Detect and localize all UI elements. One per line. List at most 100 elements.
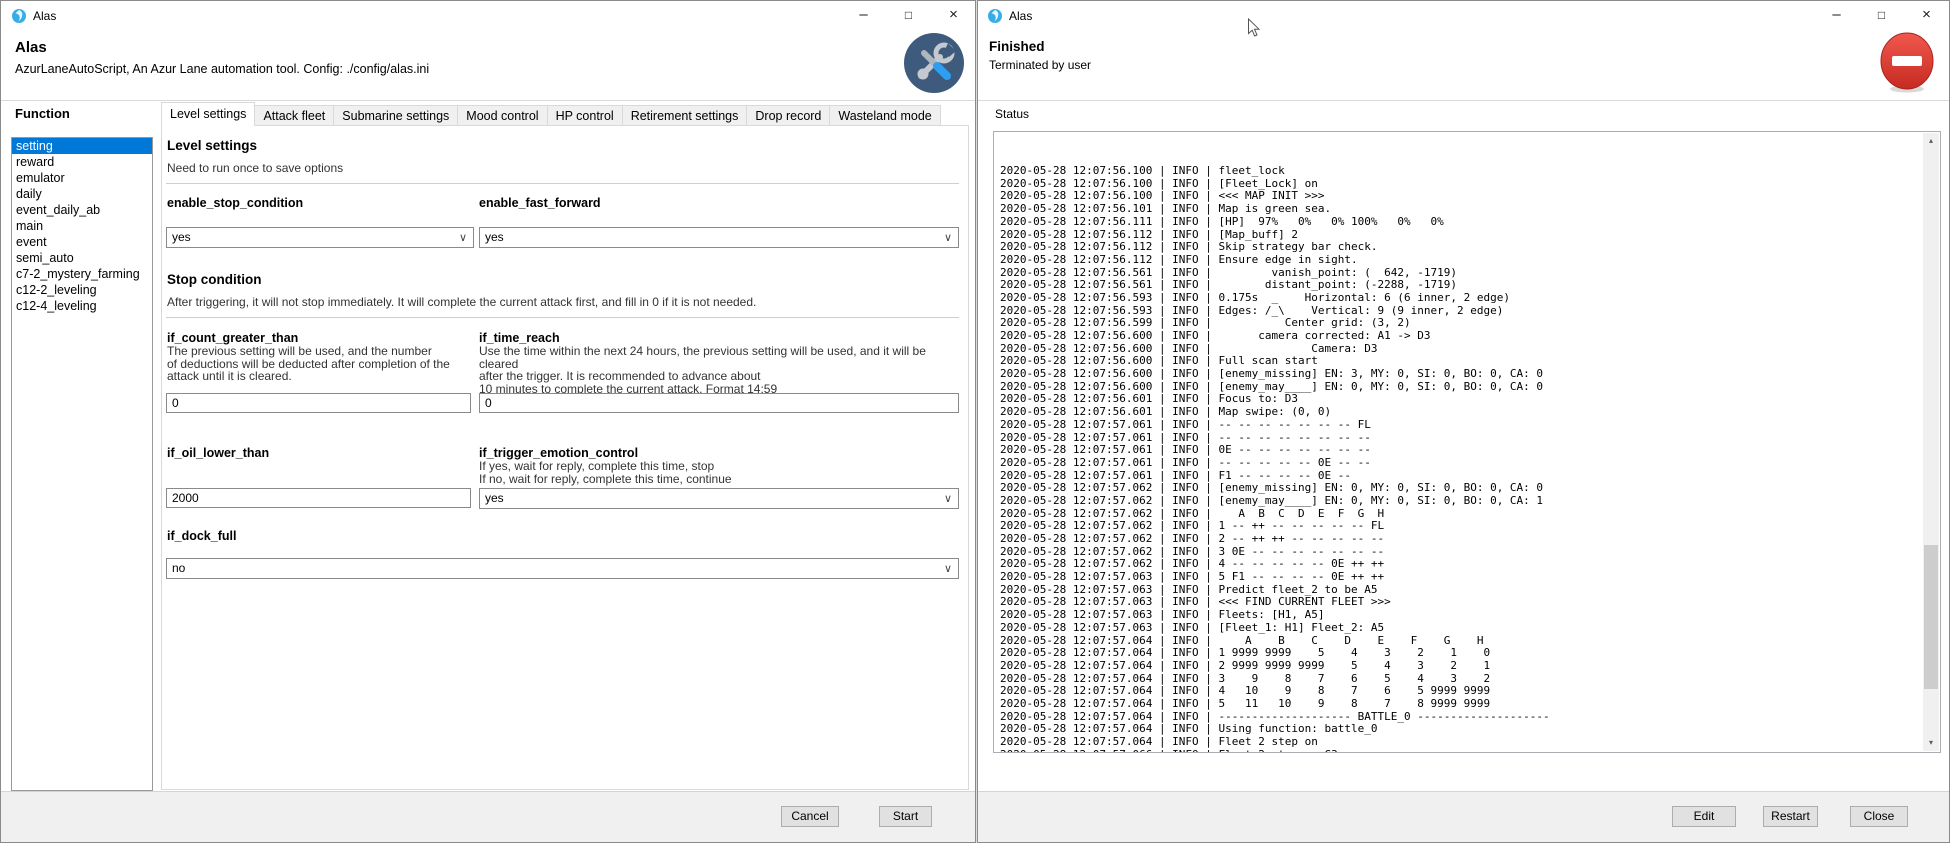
- function-panel-label: Function: [15, 106, 70, 121]
- log-line: 2020-05-28 12:07:57.062 | INFO | [enemy_…: [1000, 495, 1550, 508]
- settings-tabbar: Level settingsAttack fleetSubmarine sett…: [161, 102, 940, 126]
- log-line: 2020-05-28 12:07:57.061 | INFO | -- -- -…: [1000, 419, 1550, 432]
- log-line: 2020-05-28 12:07:57.064 | INFO | 5 11 10…: [1000, 698, 1550, 711]
- settings-tab[interactable]: Level settings: [161, 102, 255, 126]
- select-value: yes: [485, 230, 504, 244]
- separator: [166, 183, 959, 184]
- select-enable-stop-condition[interactable]: yes ∨: [166, 227, 474, 248]
- chevron-down-icon: ∨: [944, 490, 952, 509]
- cancel-button[interactable]: Cancel: [781, 806, 839, 827]
- separator: [166, 317, 959, 318]
- window-title: Alas: [33, 9, 56, 23]
- function-list: settingrewardemulatordailyevent_daily_ab…: [11, 137, 153, 791]
- function-list-item[interactable]: emulator: [12, 170, 152, 186]
- label-if-time-reach: if_time_reach: [479, 331, 560, 345]
- restart-button[interactable]: Restart: [1763, 806, 1818, 827]
- maximize-button[interactable]: □: [1859, 1, 1904, 31]
- log-line: 2020-05-28 12:07:57.066 | INFO | Fleet_2…: [1000, 749, 1550, 753]
- mouse-cursor-icon: [1247, 18, 1261, 43]
- window-status: Alas – □ × Finished Terminated by user S…: [977, 0, 1950, 843]
- function-list-item[interactable]: c12-2_leveling: [12, 282, 152, 298]
- header-divider: [978, 100, 1949, 101]
- select-if-trigger-emotion-control[interactable]: yes ∨: [479, 488, 959, 509]
- log-line: 2020-05-28 12:07:56.100 | INFO | fleet_l…: [1000, 165, 1550, 178]
- scrollbar-down-icon[interactable]: ▾: [1923, 735, 1939, 751]
- log-lines: 2020-05-28 12:07:56.100 | INFO | fleet_l…: [1000, 131, 1550, 753]
- function-list-item[interactable]: event: [12, 234, 152, 250]
- start-button[interactable]: Start: [879, 806, 932, 827]
- log-line: 2020-05-28 12:07:56.593 | INFO | 0.175s …: [1000, 292, 1550, 305]
- window-config: Alas – □ × Alas AzurLaneAutoScript, An A…: [0, 0, 976, 843]
- label-if-dock-full: if_dock_full: [167, 529, 236, 543]
- status-subtitle: Terminated by user: [989, 58, 1091, 72]
- tools-badge-icon: [904, 33, 964, 93]
- function-list-item[interactable]: semi_auto: [12, 250, 152, 266]
- label-if-trigger-emotion-control: if_trigger_emotion_control: [479, 446, 638, 460]
- footer-bar: Edit Restart Close: [978, 791, 1949, 842]
- function-list-item[interactable]: daily: [12, 186, 152, 202]
- status-group-label: Status: [995, 107, 1029, 121]
- log-line: 2020-05-28 12:07:56.111 | INFO | [HP] 97…: [1000, 216, 1550, 229]
- settings-tab[interactable]: Drop record: [746, 105, 830, 126]
- settings-tab[interactable]: Attack fleet: [254, 105, 334, 126]
- log-output[interactable]: 2020-05-28 12:07:56.100 | INFO | fleet_l…: [993, 131, 1941, 753]
- minimize-button[interactable]: –: [1814, 1, 1859, 31]
- function-list-item[interactable]: setting: [12, 138, 152, 154]
- log-line: 2020-05-28 12:07:57.063 | INFO | [Fleet_…: [1000, 622, 1550, 635]
- function-list-item[interactable]: c12-4_leveling: [12, 298, 152, 314]
- log-line: 2020-05-28 12:07:57.061 | INFO | -- -- -…: [1000, 457, 1550, 470]
- settings-tab[interactable]: Wasteland mode: [829, 105, 940, 126]
- edit-button[interactable]: Edit: [1672, 806, 1736, 827]
- window-title: Alas: [1009, 9, 1032, 23]
- close-button[interactable]: ×: [1904, 1, 1949, 31]
- input-if-count-greater-than[interactable]: [166, 393, 471, 413]
- log-line: 2020-05-28 12:07:56.101 | INFO | Map is …: [1000, 203, 1550, 216]
- section-desc-level-settings: Need to run once to save options: [167, 161, 343, 175]
- function-list-item[interactable]: reward: [12, 154, 152, 170]
- log-line: 2020-05-28 12:07:57.062 | INFO | 2 -- ++…: [1000, 533, 1550, 546]
- settings-tab[interactable]: Retirement settings: [622, 105, 748, 126]
- alas-logo-icon: [11, 8, 27, 24]
- alas-logo-icon: [987, 8, 1003, 24]
- label-enable-stop-condition: enable_stop_condition: [167, 196, 303, 210]
- scrollbar-up-icon[interactable]: ▴: [1923, 133, 1939, 149]
- header-divider: [1, 100, 975, 101]
- function-list-items: settingrewardemulatordailyevent_daily_ab…: [12, 138, 152, 314]
- scrollbar-thumb[interactable]: [1924, 545, 1938, 689]
- log-line: 2020-05-28 12:07:57.063 | INFO | 5 F1 --…: [1000, 571, 1550, 584]
- log-line: 2020-05-28 12:07:56.600 | INFO | [enemy_…: [1000, 368, 1550, 381]
- select-value: no: [172, 561, 185, 575]
- function-list-item[interactable]: event_daily_ab: [12, 202, 152, 218]
- section-title-stop-condition: Stop condition: [167, 272, 261, 287]
- settings-tab[interactable]: HP control: [547, 105, 623, 126]
- log-line: 2020-05-28 12:07:56.601 | INFO | Map swi…: [1000, 406, 1550, 419]
- settings-tab[interactable]: Submarine settings: [333, 105, 458, 126]
- chevron-down-icon: ∨: [944, 560, 952, 579]
- label-if-count-greater-than: if_count_greater_than: [167, 331, 298, 345]
- function-list-item[interactable]: c7-2_mystery_farming: [12, 266, 152, 282]
- titlebar: Alas – □ ×: [1, 1, 975, 31]
- select-value: yes: [172, 230, 191, 244]
- input-if-time-reach[interactable]: [479, 393, 959, 413]
- log-line: 2020-05-28 12:07:57.064 | INFO | 2 9999 …: [1000, 660, 1550, 673]
- input-if-oil-lower-than[interactable]: [166, 488, 471, 508]
- close-button[interactable]: ×: [931, 1, 976, 31]
- select-if-dock-full[interactable]: no ∨: [166, 558, 959, 579]
- chevron-down-icon: ∨: [944, 229, 952, 248]
- page-title: Alas: [15, 39, 47, 56]
- maximize-button[interactable]: □: [886, 1, 931, 31]
- desc-if-time-reach: Use the time within the next 24 hours, t…: [479, 345, 959, 395]
- screen: Alas – □ × Alas AzurLaneAutoScript, An A…: [0, 0, 1950, 843]
- close-window-button[interactable]: Close: [1850, 806, 1908, 827]
- select-value: yes: [485, 491, 504, 505]
- settings-tab[interactable]: Mood control: [457, 105, 547, 126]
- page-subtitle: AzurLaneAutoScript, An Azur Lane automat…: [15, 62, 429, 76]
- function-list-item[interactable]: main: [12, 218, 152, 234]
- log-line: 2020-05-28 12:07:57.063 | INFO | Fleets:…: [1000, 609, 1550, 622]
- log-scrollbar[interactable]: ▴ ▾: [1923, 133, 1939, 751]
- section-title-level-settings: Level settings: [167, 138, 257, 153]
- minimize-button[interactable]: –: [841, 1, 886, 31]
- footer-bar: Cancel Start: [1, 791, 975, 842]
- log-line: 2020-05-28 12:07:56.112 | INFO | Ensure …: [1000, 254, 1550, 267]
- select-enable-fast-forward[interactable]: yes ∨: [479, 227, 959, 248]
